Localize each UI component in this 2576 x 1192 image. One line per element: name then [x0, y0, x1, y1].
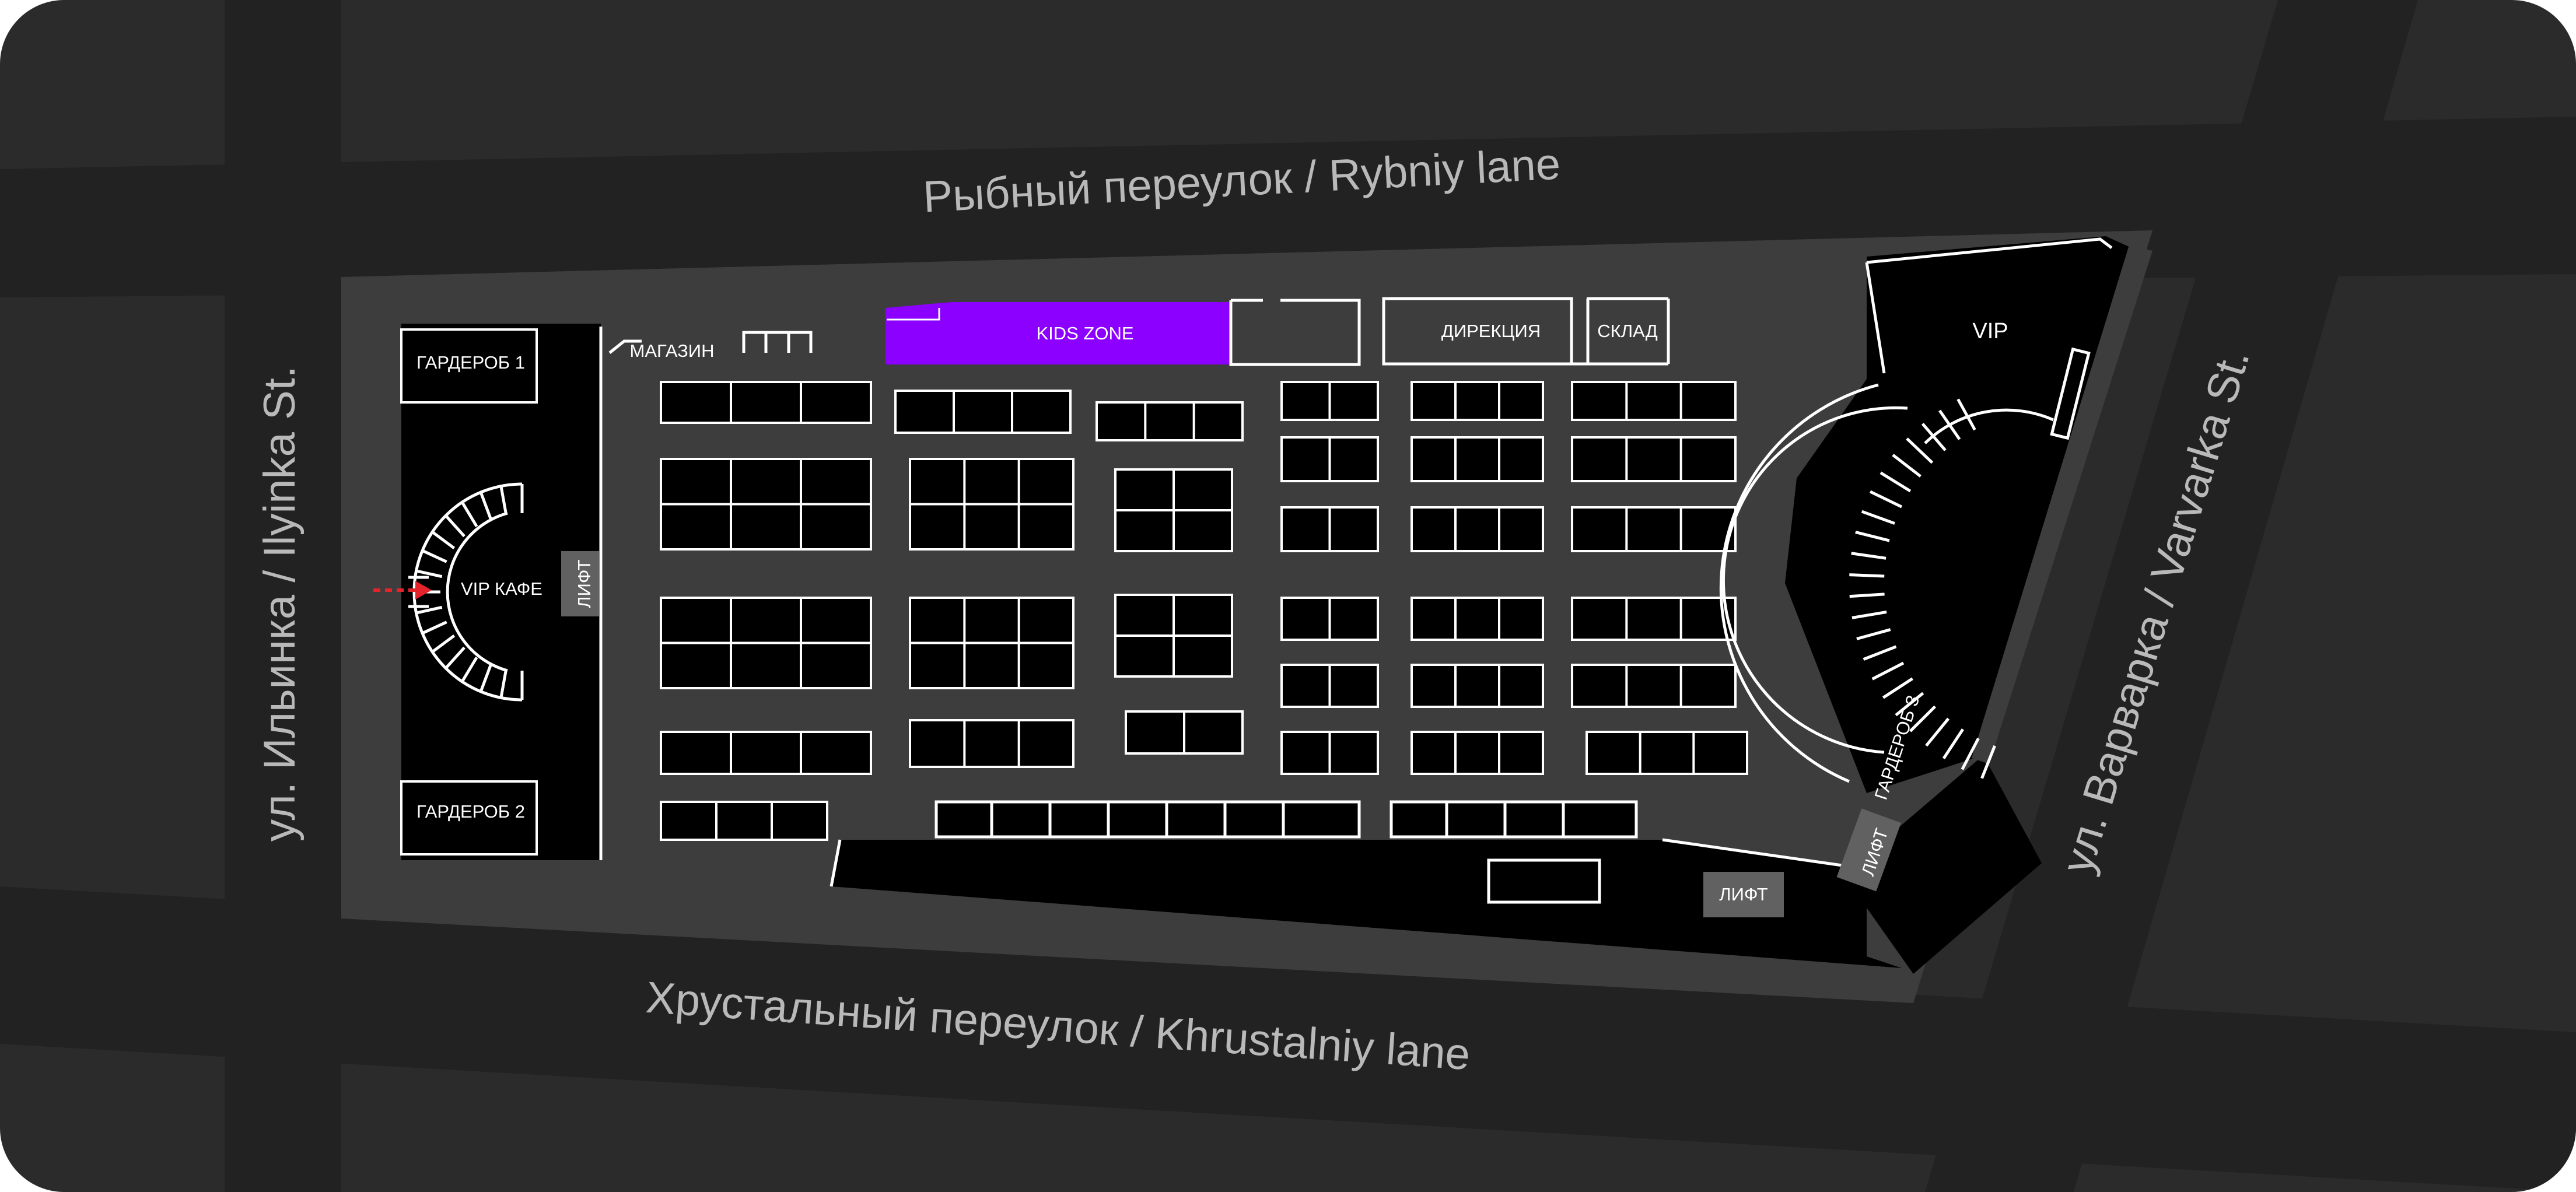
stall-row-1: [935, 800, 1361, 839]
booth-block[interactable]: [1280, 731, 1379, 775]
booth-block[interactable]: [1571, 506, 1737, 552]
booth-block[interactable]: [1571, 597, 1737, 641]
booth-block[interactable]: [1280, 664, 1379, 708]
stall-row-2: [1390, 800, 1638, 839]
booth-block[interactable]: [1571, 436, 1737, 482]
booth-block[interactable]: [660, 801, 828, 841]
elevator-south-label: ЛИФТ: [1719, 884, 1768, 904]
elevator-west[interactable]: ЛИФТ: [561, 551, 599, 616]
booth-block[interactable]: [660, 597, 872, 689]
map-canvas: ЛИФТ ГАРДЕРОБ 1 ГАРДЕРОБ 2 VIP КАФЕ МАГА…: [0, 0, 2576, 1192]
booth-block[interactable]: [660, 731, 872, 775]
management-label[interactable]: ДИРЕКЦИЯ: [1441, 321, 1541, 341]
venue-map: ЛИФТ ГАРДЕРОБ 1 ГАРДЕРОБ 2 VIP КАФЕ МАГА…: [0, 0, 2576, 1192]
booth-block[interactable]: [1280, 597, 1379, 641]
kids-zone[interactable]: KIDS ZONE: [886, 302, 1230, 364]
booth-block[interactable]: [1280, 436, 1379, 482]
wardrobe-2-label[interactable]: ГАРДЕРОБ 2: [416, 801, 525, 822]
booth-block[interactable]: [1410, 597, 1544, 641]
booth-block[interactable]: [1586, 731, 1748, 775]
booth-block[interactable]: [1125, 710, 1244, 755]
booth-block[interactable]: [1410, 436, 1544, 482]
storage-label[interactable]: СКЛАД: [1597, 321, 1658, 341]
booth-block[interactable]: [1114, 594, 1233, 678]
street-west-label: ул. Ильинка / Ilyinka St.: [255, 366, 304, 842]
vip-cafe-label[interactable]: VIP КАФЕ: [461, 579, 542, 599]
booth-block[interactable]: [1410, 664, 1544, 708]
seat-row: [1849, 573, 1885, 578]
booth-block[interactable]: [660, 381, 872, 424]
booth-block[interactable]: [1114, 468, 1233, 552]
booth-block[interactable]: [1096, 401, 1244, 441]
booth-block[interactable]: [1410, 506, 1544, 552]
elevator-west-label: ЛИФТ: [574, 559, 594, 608]
booth-block[interactable]: [1571, 381, 1737, 421]
booth-block[interactable]: [1571, 664, 1737, 708]
booth-block[interactable]: [909, 458, 1074, 551]
booth-block[interactable]: [1280, 381, 1379, 421]
booth-block[interactable]: [1280, 506, 1379, 552]
booth-block[interactable]: [909, 597, 1074, 689]
booth-block[interactable]: [660, 458, 872, 551]
wardrobe-1-label[interactable]: ГАРДЕРОБ 1: [416, 352, 525, 373]
elevator-south[interactable]: ЛИФТ: [1703, 872, 1784, 917]
vip-label[interactable]: VIP: [1972, 319, 2008, 343]
booth-block[interactable]: [894, 390, 1072, 434]
kids-zone-label: KIDS ZONE: [1036, 323, 1133, 343]
booth-block[interactable]: [1410, 381, 1544, 421]
booth-block[interactable]: [909, 719, 1074, 768]
shop-label: МАГАЗИН: [630, 341, 715, 361]
booth-block[interactable]: [1410, 731, 1544, 775]
